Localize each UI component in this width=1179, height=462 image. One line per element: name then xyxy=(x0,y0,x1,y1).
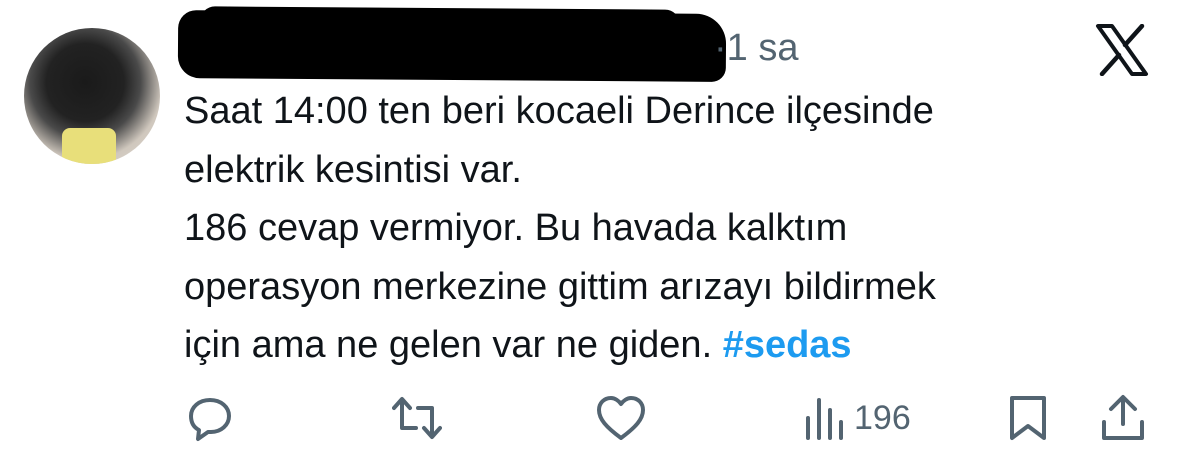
like-button[interactable] xyxy=(596,392,646,444)
tweet-card: ·1 sa Saat 14:00 ten beri kocaeli Derinc… xyxy=(0,0,1179,462)
tweet-text: Saat 14:00 ten beri kocaeli Derince ilçe… xyxy=(184,82,1144,375)
tweet-text-line-last: için ama ne gelen var ne giden. #sedas xyxy=(184,316,1144,375)
tweet-text-line: için ama ne gelen var ne giden. xyxy=(184,324,713,366)
tweet-text-line: Saat 14:00 ten beri kocaeli Derince ilçe… xyxy=(184,90,934,132)
tweet-text-line: 186 cevap vermiyor. Bu havada kalktım xyxy=(184,207,848,249)
action-bar: 196 xyxy=(0,392,1179,448)
views-button[interactable]: 196 xyxy=(804,392,911,444)
views-count: 196 xyxy=(854,398,911,437)
share-icon xyxy=(1102,395,1144,440)
bookmark-button[interactable] xyxy=(1008,392,1048,444)
reply-button[interactable] xyxy=(186,392,234,444)
reply-icon xyxy=(189,398,231,441)
retweet-button[interactable] xyxy=(392,392,442,444)
retweet-icon xyxy=(392,397,442,439)
redacted-username-mark xyxy=(199,6,681,40)
tweet-meta: ·1 sa xyxy=(714,22,798,74)
bookmark-icon xyxy=(1010,396,1046,440)
share-button[interactable] xyxy=(1100,392,1146,444)
avatar-image-detail xyxy=(62,128,116,164)
x-logo-icon xyxy=(1094,23,1150,77)
time-separator: · xyxy=(714,27,727,69)
views-icon xyxy=(806,398,843,440)
tweet-text-line: elektrik kesintisi var. xyxy=(184,148,522,191)
avatar[interactable] xyxy=(24,28,160,164)
tweet-text-line: operasyon merkezine gittim arızayı bildi… xyxy=(184,265,936,308)
tweet-timestamp[interactable]: 1 sa xyxy=(727,27,799,69)
hashtag-link[interactable]: #sedas xyxy=(723,324,852,366)
heart-icon xyxy=(597,396,645,440)
